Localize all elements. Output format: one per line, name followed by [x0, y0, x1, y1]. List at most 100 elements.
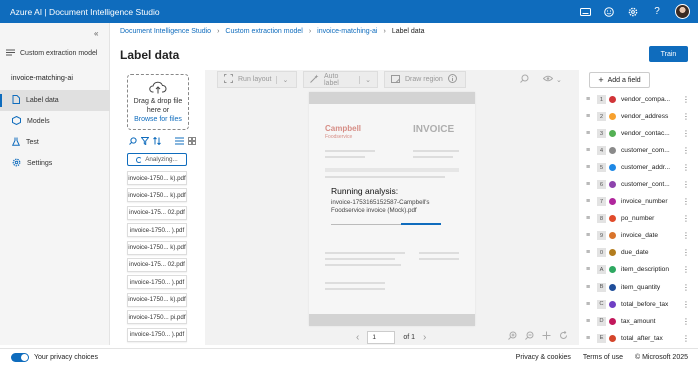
breadcrumb-item[interactable]: Document Intelligence Studio [120, 28, 211, 35]
drag-handle-icon[interactable]: ≡ [586, 232, 594, 239]
more-options-icon[interactable]: ⋮ [682, 283, 690, 292]
more-options-icon[interactable]: ⋮ [682, 180, 690, 189]
drag-handle-icon[interactable]: ≡ [586, 198, 594, 205]
breadcrumb-item[interactable]: Custom extraction model [225, 28, 302, 35]
nav-item-models[interactable]: Models [0, 111, 110, 132]
sort-icon[interactable] [153, 136, 161, 147]
drag-handle-icon[interactable]: ≡ [586, 335, 594, 342]
field-color-dot[interactable] [609, 96, 616, 104]
field-item[interactable]: ≡ 7 invoice_number ⋮ [586, 193, 690, 210]
field-item[interactable]: ≡ B item_quantity ⋮ [586, 279, 690, 296]
drag-handle-icon[interactable]: ≡ [586, 181, 594, 188]
drag-handle-icon[interactable]: ≡ [586, 130, 594, 137]
field-color-dot[interactable] [609, 147, 616, 155]
chevron-down-icon[interactable]: ⌄ [359, 75, 371, 84]
more-options-icon[interactable]: ⋮ [682, 265, 690, 274]
field-color-dot[interactable] [609, 215, 616, 223]
keyboard-icon[interactable] [579, 6, 591, 18]
search-icon[interactable] [520, 74, 529, 85]
field-color-dot[interactable] [609, 249, 616, 257]
drag-handle-icon[interactable]: ≡ [586, 318, 594, 325]
more-options-icon[interactable]: ⋮ [682, 317, 690, 326]
fit-page-icon[interactable] [542, 331, 551, 342]
field-color-dot[interactable] [609, 181, 616, 189]
file-item[interactable]: invoice-1750... ).pdf [127, 275, 187, 290]
search-icon[interactable] [129, 137, 137, 147]
field-color-dot[interactable] [609, 198, 616, 206]
file-item[interactable]: invoice-1750... ).pdf [127, 327, 187, 342]
info-icon[interactable] [447, 74, 457, 85]
field-color-dot[interactable] [609, 317, 616, 325]
file-item[interactable]: invoice-175... 02.pdf [127, 205, 187, 220]
field-item[interactable]: ≡ 0 due_date ⋮ [586, 244, 690, 261]
field-color-dot[interactable] [609, 334, 616, 342]
field-color-dot[interactable] [609, 266, 616, 274]
more-options-icon[interactable]: ⋮ [682, 163, 690, 172]
grid-view-icon[interactable] [188, 137, 196, 147]
file-item[interactable]: invoice-1750... k).pdf [127, 240, 187, 255]
more-options-icon[interactable]: ⋮ [682, 112, 690, 121]
field-item[interactable]: ≡ 3 vendor_contac... ⋮ [586, 125, 690, 142]
collapse-nav-icon[interactable]: « [94, 29, 98, 38]
nav-back-link[interactable]: Custom extraction model [6, 49, 97, 58]
auto-label-button[interactable]: Auto label ⌄ [303, 71, 378, 88]
more-options-icon[interactable]: ⋮ [682, 95, 690, 104]
more-options-icon[interactable]: ⋮ [682, 248, 690, 257]
field-color-dot[interactable] [609, 164, 616, 172]
file-dropzone[interactable]: Drag & drop file here or Browse for file… [127, 74, 189, 130]
file-item[interactable]: invoice-1750... k).pdf [127, 292, 187, 307]
field-item[interactable]: ≡ 6 customer_cont... ⋮ [586, 176, 690, 193]
field-item[interactable]: ≡ 2 vendor_address ⋮ [586, 108, 690, 125]
visibility-toggle[interactable]: ⌄ [542, 74, 562, 85]
field-item[interactable]: ≡ C total_before_tax ⋮ [586, 296, 690, 313]
zoom-in-icon[interactable] [508, 331, 517, 342]
more-options-icon[interactable]: ⋮ [682, 129, 690, 138]
avatar[interactable] [675, 4, 690, 19]
field-item[interactable]: ≡ A item_description ⋮ [586, 261, 690, 278]
nav-item-settings[interactable]: Settings [0, 153, 110, 174]
browse-files-link[interactable]: Browse for files [128, 115, 188, 124]
field-item[interactable]: ≡ D tax_amount ⋮ [586, 313, 690, 330]
more-options-icon[interactable]: ⋮ [682, 300, 690, 309]
drag-handle-icon[interactable]: ≡ [586, 164, 594, 171]
file-item[interactable]: invoice-1750... k).pdf [127, 188, 187, 203]
breadcrumb-item[interactable]: invoice-matching-ai [317, 28, 377, 35]
chevron-down-icon[interactable]: ⌄ [276, 75, 288, 84]
draw-region-button[interactable]: Draw region [384, 71, 466, 88]
filter-icon[interactable] [140, 137, 150, 147]
chevron-left-icon[interactable]: ‹ [356, 332, 359, 343]
smiley-icon[interactable] [603, 6, 615, 18]
field-color-dot[interactable] [609, 232, 616, 240]
file-item[interactable]: invoice-1750... pi.pdf [127, 310, 187, 325]
more-options-icon[interactable]: ⋮ [682, 197, 690, 206]
field-color-dot[interactable] [609, 113, 616, 121]
drag-handle-icon[interactable]: ≡ [586, 284, 594, 291]
privacy-choices-link[interactable]: Your privacy choices [11, 353, 98, 362]
field-item[interactable]: ≡ 4 customer_com... ⋮ [586, 142, 690, 159]
field-color-dot[interactable] [609, 130, 616, 138]
drag-handle-icon[interactable]: ≡ [586, 147, 594, 154]
field-item[interactable]: ≡ 1 vendor_compa... ⋮ [586, 91, 690, 108]
add-field-button[interactable]: + Add a field [589, 72, 650, 88]
more-options-icon[interactable]: ⋮ [682, 334, 690, 343]
terms-link[interactable]: Terms of use [583, 354, 623, 361]
drag-handle-icon[interactable]: ≡ [586, 301, 594, 308]
field-item[interactable]: ≡ E total_after_tax ⋮ [586, 330, 690, 347]
run-layout-button[interactable]: Run layout ⌄ [217, 71, 297, 88]
rotate-icon[interactable] [559, 330, 568, 342]
field-color-dot[interactable] [609, 283, 616, 291]
more-options-icon[interactable]: ⋮ [682, 214, 690, 223]
file-item[interactable]: invoice-175... 02.pdf [127, 257, 187, 272]
chevron-right-icon[interactable]: › [423, 332, 426, 343]
zoom-out-icon[interactable] [525, 331, 534, 342]
drag-handle-icon[interactable]: ≡ [586, 113, 594, 120]
nav-item-test[interactable]: Test [0, 132, 110, 153]
list-view-icon[interactable] [175, 137, 184, 147]
drag-handle-icon[interactable]: ≡ [586, 266, 594, 273]
drag-handle-icon[interactable]: ≡ [586, 96, 594, 103]
field-item[interactable]: ≡ 9 invoice_date ⋮ [586, 227, 690, 244]
more-options-icon[interactable]: ⋮ [682, 231, 690, 240]
train-button[interactable]: Train [649, 46, 688, 62]
drag-handle-icon[interactable]: ≡ [586, 215, 594, 222]
gear-icon[interactable] [627, 6, 639, 18]
